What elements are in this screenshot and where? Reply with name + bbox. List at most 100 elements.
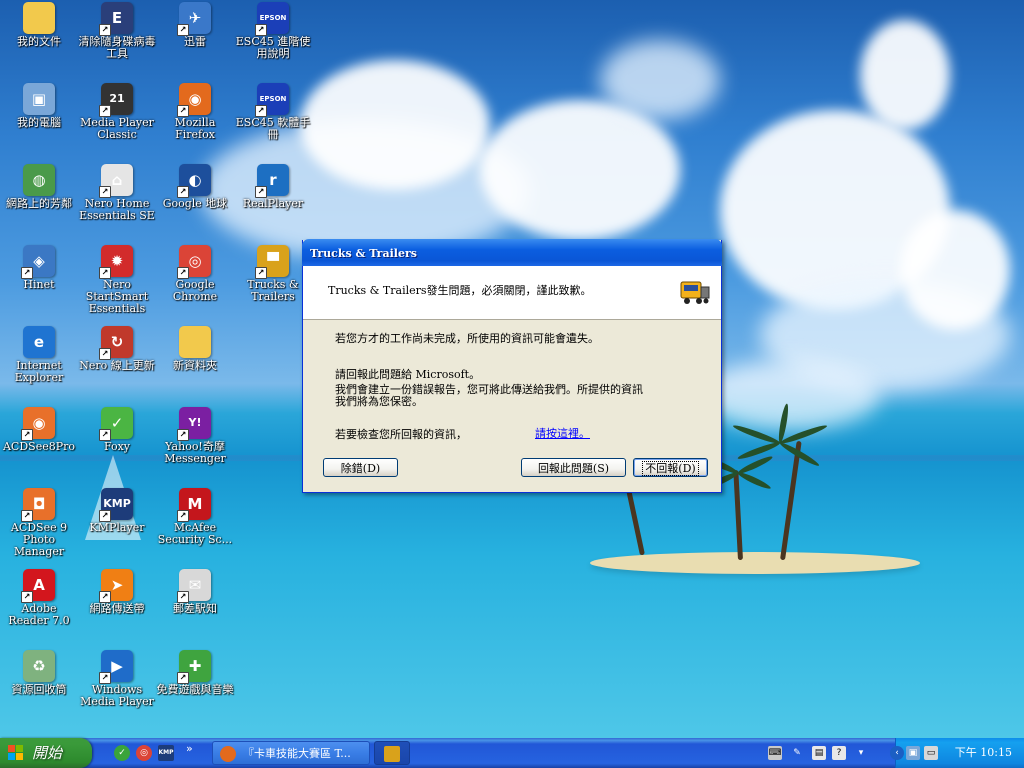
keyboard-icon[interactable]: ⌨ (768, 746, 782, 760)
shortcut-arrow-icon: ↗ (255, 186, 267, 198)
adobe-reader-icon: A ↗ (21, 569, 55, 603)
desktop-icon-label: Adobe Reader 7.0 (8, 602, 70, 627)
shortcut-arrow-icon: ↗ (21, 510, 33, 522)
shortcut-arrow-icon: ↗ (177, 591, 189, 603)
desktop-icon-label: Hinet (23, 278, 55, 291)
desktop-icon-label: 網路上的芳鄰 (6, 197, 72, 210)
desktop-icon-google-earth[interactable]: ◐ ↗ Google 地球 (156, 164, 234, 210)
dont-send-button[interactable]: 不回報(D) (633, 458, 708, 477)
cloud (600, 40, 720, 120)
desktop-icon-hinet[interactable]: ◈ ↗ Hinet (0, 245, 78, 291)
desktop-icon-adobe-reader[interactable]: A ↗ Adobe Reader 7.0 (0, 569, 78, 627)
shortcut-arrow-icon: ↗ (177, 672, 189, 684)
network-places-icon: ◍ (23, 164, 55, 196)
nero-home-icon: ⌂ ↗ (99, 164, 133, 198)
desktop-icon-label: 我的電腦 (17, 116, 61, 129)
shortcut-arrow-icon: ↗ (177, 24, 189, 36)
help-icon[interactable]: ? (832, 746, 846, 760)
task-button-trucks[interactable] (374, 741, 410, 765)
desktop-icon-label: RealPlayer (242, 197, 304, 210)
my-computer-icon: ▣ (23, 83, 55, 115)
desktop-icon-label: Google Chrome (172, 278, 218, 303)
desktop-icon-usb-cleaner[interactable]: E ↗ 清除隨身碟病毒工具 (78, 2, 156, 60)
desktop-icon-label: Google 地球 (162, 197, 228, 210)
desktop-icon-folder[interactable]: 新資料夾 (156, 326, 234, 372)
desktop-icon-mail-notifier[interactable]: ✉ ↗ 郵差駅知 (156, 569, 234, 615)
shortcut-arrow-icon: ↗ (177, 105, 189, 117)
desktop-icon-network-places[interactable]: ◍ 網路上的芳鄰 (0, 164, 78, 210)
network-icon[interactable]: ▣ (906, 746, 920, 760)
desktop-icon-label: 迅雷 (184, 35, 206, 48)
desktop-icon-internet-explorer[interactable]: e Internet Explorer (0, 326, 78, 384)
dialog-title[interactable]: Trucks & Trailers (302, 239, 722, 266)
desktop-icon-gift-box[interactable]: ✚ ↗ 免費遊戲與音樂 (156, 650, 234, 696)
shortcut-arrow-icon: ↗ (255, 267, 267, 279)
shortcut-arrow-icon: ↗ (99, 510, 111, 522)
cloud (700, 360, 880, 430)
desktop-icon-nero-update[interactable]: ↻ ↗ Nero 線上更新 (78, 326, 156, 372)
desktop-icon-label: Foxy (103, 440, 131, 453)
start-label: 開始 (32, 744, 63, 762)
desktop-icon-mcafee[interactable]: M ↗ McAfee Security Sc... (156, 488, 234, 546)
show-desktop-icon[interactable]: ✓ (114, 745, 130, 761)
desktop-icon-label: ESC45 進階使用說明 (235, 35, 311, 60)
desktop-icon-label: Media Player Classic (80, 116, 154, 141)
task-button-firefox[interactable]: 『卡車技能大賽區 T... (212, 741, 370, 765)
dialog-header: Trucks & Trailers發生問題，必須關閉，謹此致歉。 (303, 266, 721, 320)
kmplayer-icon: KMP ↗ (99, 488, 133, 522)
windows-media-player-icon: ▶ ↗ (99, 650, 133, 684)
kmplayer-icon[interactable]: KMP (158, 745, 174, 761)
desktop-icon-acdsee-camera[interactable]: ◘ ↗ ACDSee 9 Photo Manager (0, 488, 78, 558)
epson-book-icon: EPSON ↗ (255, 2, 289, 36)
desktop-icon-yahoo-messenger[interactable]: Y! ↗ Yahoo!奇摩 Messenger (156, 407, 234, 465)
desktop-icon-epson-book[interactable]: EPSON ↗ ESC45 軟體手冊 (234, 83, 312, 141)
desktop-icon-realplayer[interactable]: r ↗ RealPlayer (234, 164, 312, 210)
desktop-icon-nero-startsmart[interactable]: ✹ ↗ Nero StartSmart Essentials (78, 245, 156, 315)
desktop-icon-truck[interactable]: ▀ ↗ Trucks & Trailers (234, 245, 312, 303)
desktop-icon-kmplayer[interactable]: KMP ↗ KMPlayer (78, 488, 156, 534)
dialog-text-report: 請回報此問題給 Microsoft。 (335, 368, 481, 381)
desktop-icon-thunder[interactable]: ✈ ↗ 迅雷 (156, 2, 234, 48)
desktop-icon-windows-media-player[interactable]: ▶ ↗ Windows Media Player (78, 650, 156, 708)
desktop-icon-epson-book[interactable]: EPSON ↗ ESC45 進階使用說明 (234, 2, 312, 60)
realplayer-icon: r ↗ (255, 164, 289, 198)
more-chevron-icon[interactable]: » (186, 742, 193, 755)
desktop-icon-recycle-bin[interactable]: ♻ 資源回收筒 (0, 650, 78, 696)
desktop-icon-flashget[interactable]: ➤ ↗ 網路傳送帶 (78, 569, 156, 615)
taskbar: 開始 ✓ ◎ KMP » 『卡車技能大賽區 T... ⌨ ✎ ▤ ? ▾ ‹ ▣… (0, 738, 1024, 768)
desktop-icon-nero-home[interactable]: ⌂ ↗ Nero Home Essentials SE (78, 164, 156, 222)
safely-remove-icon[interactable]: ▭ (924, 746, 938, 760)
desktop-icon-firefox[interactable]: ◉ ↗ Mozilla Firefox (156, 83, 234, 141)
desktop-icon-my-computer[interactable]: ▣ 我的電腦 (0, 83, 78, 129)
desktop-icon-foxy[interactable]: ✓ ↗ Foxy (78, 407, 156, 453)
dialog-text-data-loss: 若您方才的工作尚未完成，所使用的資訊可能會遺失。 (335, 332, 599, 345)
media-player-classic-icon: 21 ↗ (99, 83, 133, 117)
options-icon[interactable]: ▾ (854, 746, 868, 760)
desktop-icon-label: ACDSee8Pro (2, 440, 75, 453)
ime-pad-icon[interactable]: ▤ (812, 746, 826, 760)
shortcut-arrow-icon: ↗ (21, 267, 33, 279)
start-button[interactable]: 開始 (0, 738, 92, 768)
desktop-icon-label: 清除隨身碟病毒工具 (78, 35, 156, 60)
shortcut-arrow-icon: ↗ (99, 348, 111, 360)
send-report-button[interactable]: 回報此問題(S) (521, 458, 626, 477)
desktop-icon-media-player-classic[interactable]: 21 ↗ Media Player Classic (78, 83, 156, 141)
desktop-icon-folder-documents[interactable]: 我的文件 (0, 2, 78, 48)
clock[interactable]: 下午 10:15 (955, 738, 1012, 768)
desktop-icon-chrome[interactable]: ◎ ↗ Google Chrome (156, 245, 234, 303)
cloud (900, 210, 1010, 330)
shortcut-arrow-icon: ↗ (99, 186, 111, 198)
shortcut-arrow-icon: ↗ (255, 24, 267, 36)
expand-tray-icon[interactable]: ‹ (890, 746, 904, 760)
chrome-icon[interactable]: ◎ (136, 745, 152, 761)
click-here-link[interactable]: 請按這裡。 (535, 428, 590, 440)
folder-documents-icon (23, 2, 55, 34)
shortcut-arrow-icon: ↗ (177, 267, 189, 279)
dont-send-label: 不回報(D) (642, 461, 699, 476)
debug-button[interactable]: 除錯(D) (323, 458, 398, 477)
desktop-icon-acdsee[interactable]: ◉ ↗ ACDSee8Pro (0, 407, 78, 453)
desktop-icon-label: KMPlayer (89, 521, 145, 534)
pen-icon[interactable]: ✎ (790, 746, 804, 760)
desktop-icon-label: ACDSee 9 Photo Manager (10, 521, 68, 558)
mail-notifier-icon: ✉ ↗ (177, 569, 211, 603)
